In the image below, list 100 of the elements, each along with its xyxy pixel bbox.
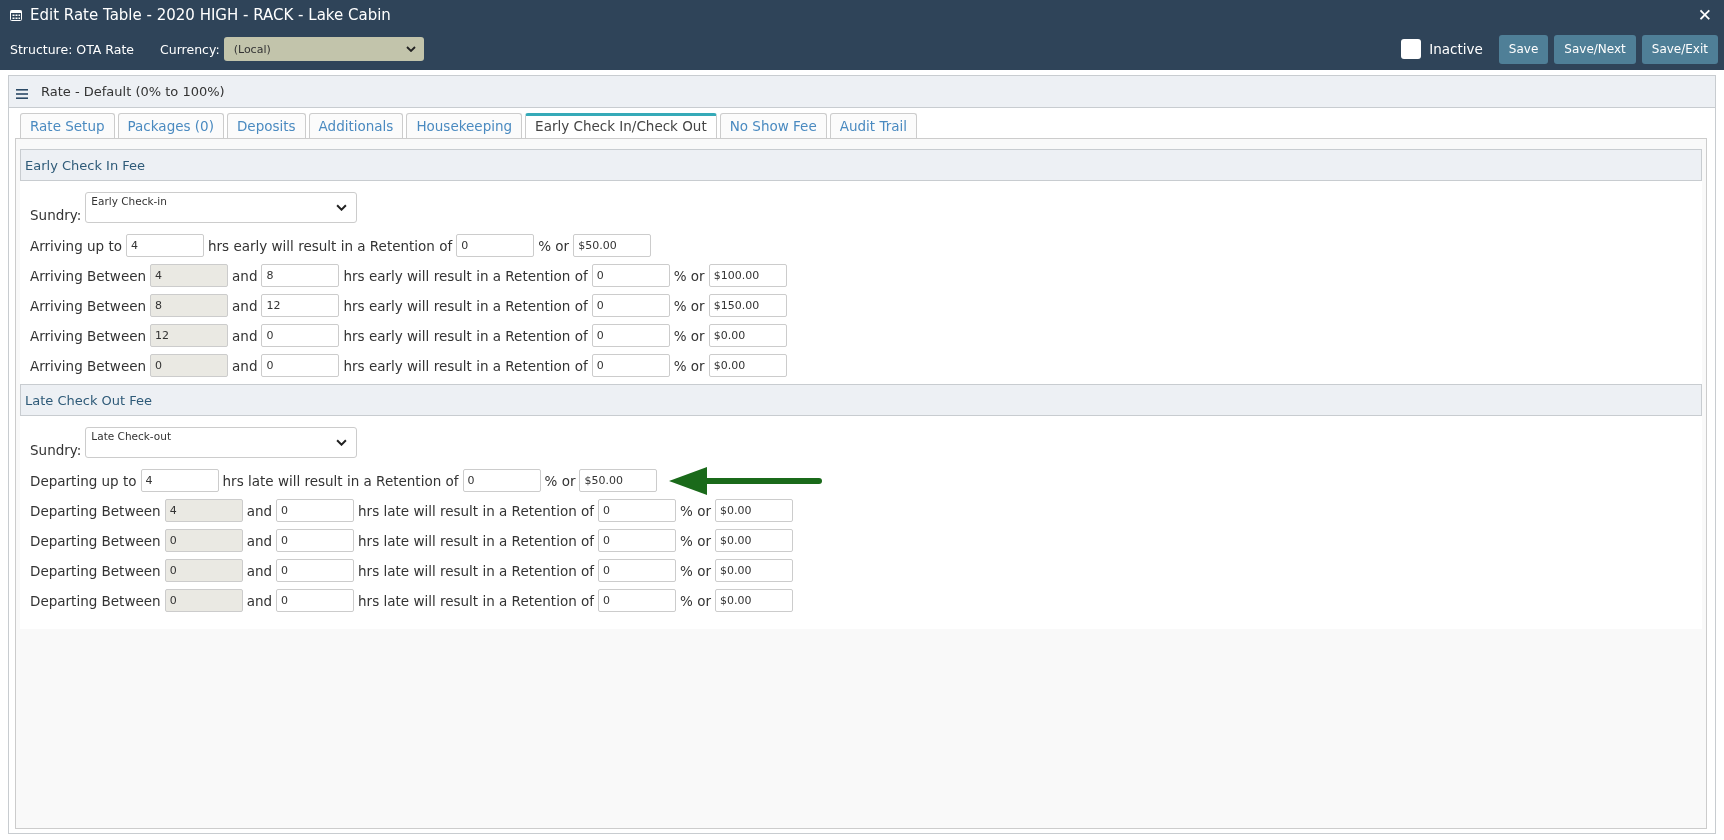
window-title: Edit Rate Table - 2020 HIGH - RACK - Lake Cabin — [30, 6, 392, 24]
percent-or-label: % or — [680, 562, 711, 579]
amount-field[interactable]: $0.00 — [714, 499, 793, 522]
calendar-icon — [10, 9, 22, 21]
hours-field[interactable]: 0 — [276, 589, 355, 612]
percent-or-label: % or — [538, 237, 570, 254]
tab[interactable]: Packages (0) — [117, 113, 224, 138]
percent-or-label: % or — [673, 267, 705, 284]
from-hours-field[interactable]: 4 — [164, 499, 243, 522]
hours-field[interactable]: 8 — [261, 264, 340, 287]
percent-field[interactable]: 0 — [598, 529, 676, 552]
and-label: and — [246, 592, 273, 609]
row-label: Arriving Between — [30, 327, 147, 344]
and-label: and — [246, 502, 273, 519]
hours-field[interactable]: 12 — [261, 294, 340, 317]
sundry-label: Sundry: — [30, 207, 82, 223]
and-label: and — [232, 297, 258, 314]
percent-field[interactable]: 0 — [456, 234, 535, 257]
amount-field[interactable]: $0.00 — [714, 589, 793, 612]
row-label: Arriving Between — [30, 267, 147, 284]
and-label: and — [246, 562, 273, 579]
retention-text: hrs early will result in a Retention of — [343, 327, 588, 344]
tab[interactable]: Housekeeping — [406, 113, 523, 138]
row-label: Arriving Between — [30, 357, 147, 374]
hours-field[interactable]: 0 — [276, 499, 355, 522]
amount-field[interactable]: $0.00 — [708, 324, 787, 347]
amount-field[interactable]: $0.00 — [714, 529, 793, 552]
retention-text: hrs late will result in a Retention of — [222, 472, 459, 489]
amount-field[interactable]: $0.00 — [714, 559, 793, 582]
toolbar-button[interactable]: Save/Next — [1554, 34, 1636, 64]
percent-field[interactable]: 0 — [591, 354, 670, 377]
percent-field[interactable]: 0 — [598, 589, 676, 612]
percent-field[interactable]: 0 — [462, 469, 541, 492]
amount-field[interactable]: $100.00 — [708, 264, 787, 287]
percent-or-label: % or — [673, 357, 705, 374]
hours-field[interactable]: 4 — [140, 469, 219, 492]
retention-text: hrs late will result in a Retention of — [358, 502, 594, 519]
percent-field[interactable]: 0 — [598, 559, 676, 582]
tab[interactable]: Additionals — [308, 113, 404, 138]
percent-field[interactable]: 0 — [591, 294, 670, 317]
inactive-label: Inactive — [1429, 41, 1483, 57]
close-button[interactable]: ✕ — [1695, 5, 1714, 25]
row-label: Arriving Between — [30, 297, 147, 314]
chevron-down-icon — [336, 439, 348, 446]
percent-or-label: % or — [544, 472, 576, 489]
and-label: and — [246, 532, 273, 549]
row-label: Departing Between — [30, 532, 161, 549]
retention-text: hrs early will result in a Retention of — [343, 297, 588, 314]
from-hours-field[interactable]: 4 — [150, 264, 229, 287]
from-hours-field[interactable]: 8 — [150, 294, 229, 317]
sundry-label: Sundry: — [30, 442, 82, 458]
toolbar-button[interactable]: Save/Exit — [1641, 34, 1718, 64]
percent-field[interactable]: 0 — [591, 324, 670, 347]
panel-title: Rate - Default (0% to 100%) — [41, 84, 225, 99]
toolbar-button[interactable]: Save — [1498, 34, 1549, 64]
from-hours-field[interactable]: 0 — [150, 354, 229, 377]
retention-text: hrs early will result in a Retention of — [343, 357, 588, 374]
tab[interactable]: No Show Fee — [719, 113, 827, 138]
and-label: and — [232, 327, 258, 344]
retention-text: hrs early will result in a Retention of — [208, 237, 453, 254]
from-hours-field[interactable]: 0 — [164, 589, 243, 612]
amount-field[interactable]: $0.00 — [708, 354, 787, 377]
hours-field[interactable]: 0 — [261, 324, 340, 347]
section-header: Late Check Out Fee — [20, 384, 1702, 416]
tab[interactable]: Audit Trail — [829, 113, 917, 138]
hours-field[interactable]: 0 — [276, 559, 355, 582]
from-hours-field[interactable]: 0 — [164, 559, 243, 582]
sundry-select[interactable]: Late Check-out — [85, 427, 358, 458]
hours-field[interactable]: 4 — [126, 234, 204, 257]
chevron-down-icon — [405, 46, 416, 52]
tab[interactable]: Deposits — [226, 113, 306, 138]
percent-field[interactable]: 0 — [591, 264, 670, 287]
currency-select[interactable]: (Local) — [223, 37, 424, 61]
amount-field[interactable]: $50.00 — [573, 234, 652, 257]
section-header: Early Check In Fee — [20, 149, 1702, 181]
retention-text: hrs late will result in a Retention of — [358, 532, 594, 549]
retention-text: hrs late will result in a Retention of — [358, 592, 594, 609]
and-label: and — [232, 357, 258, 374]
tab[interactable]: Rate Setup — [20, 113, 115, 138]
currency-label: Currency: — [160, 41, 220, 57]
percent-or-label: % or — [680, 502, 711, 519]
row-label: Arriving up to — [30, 237, 122, 254]
from-hours-field[interactable]: 0 — [164, 529, 243, 552]
hours-field[interactable]: 0 — [261, 354, 340, 377]
row-label: Departing Between — [30, 562, 161, 579]
percent-field[interactable]: 0 — [598, 499, 676, 522]
percent-or-label: % or — [673, 327, 705, 344]
percent-or-label: % or — [680, 532, 711, 549]
row-label: Departing Between — [30, 502, 161, 519]
amount-field[interactable]: $150.00 — [708, 294, 787, 317]
amount-field[interactable]: $50.00 — [579, 469, 658, 492]
tab[interactable]: Early Check In/Check Out — [525, 113, 717, 138]
hours-field[interactable]: 0 — [276, 529, 355, 552]
structure-label: Structure: OTA Rate — [10, 41, 135, 57]
retention-text: hrs late will result in a Retention of — [358, 562, 594, 579]
sundry-select[interactable]: Early Check-in — [85, 192, 358, 223]
from-hours-field[interactable]: 12 — [150, 324, 229, 347]
percent-or-label: % or — [680, 592, 711, 609]
and-label: and — [232, 267, 258, 284]
menu-icon[interactable] — [16, 88, 28, 99]
